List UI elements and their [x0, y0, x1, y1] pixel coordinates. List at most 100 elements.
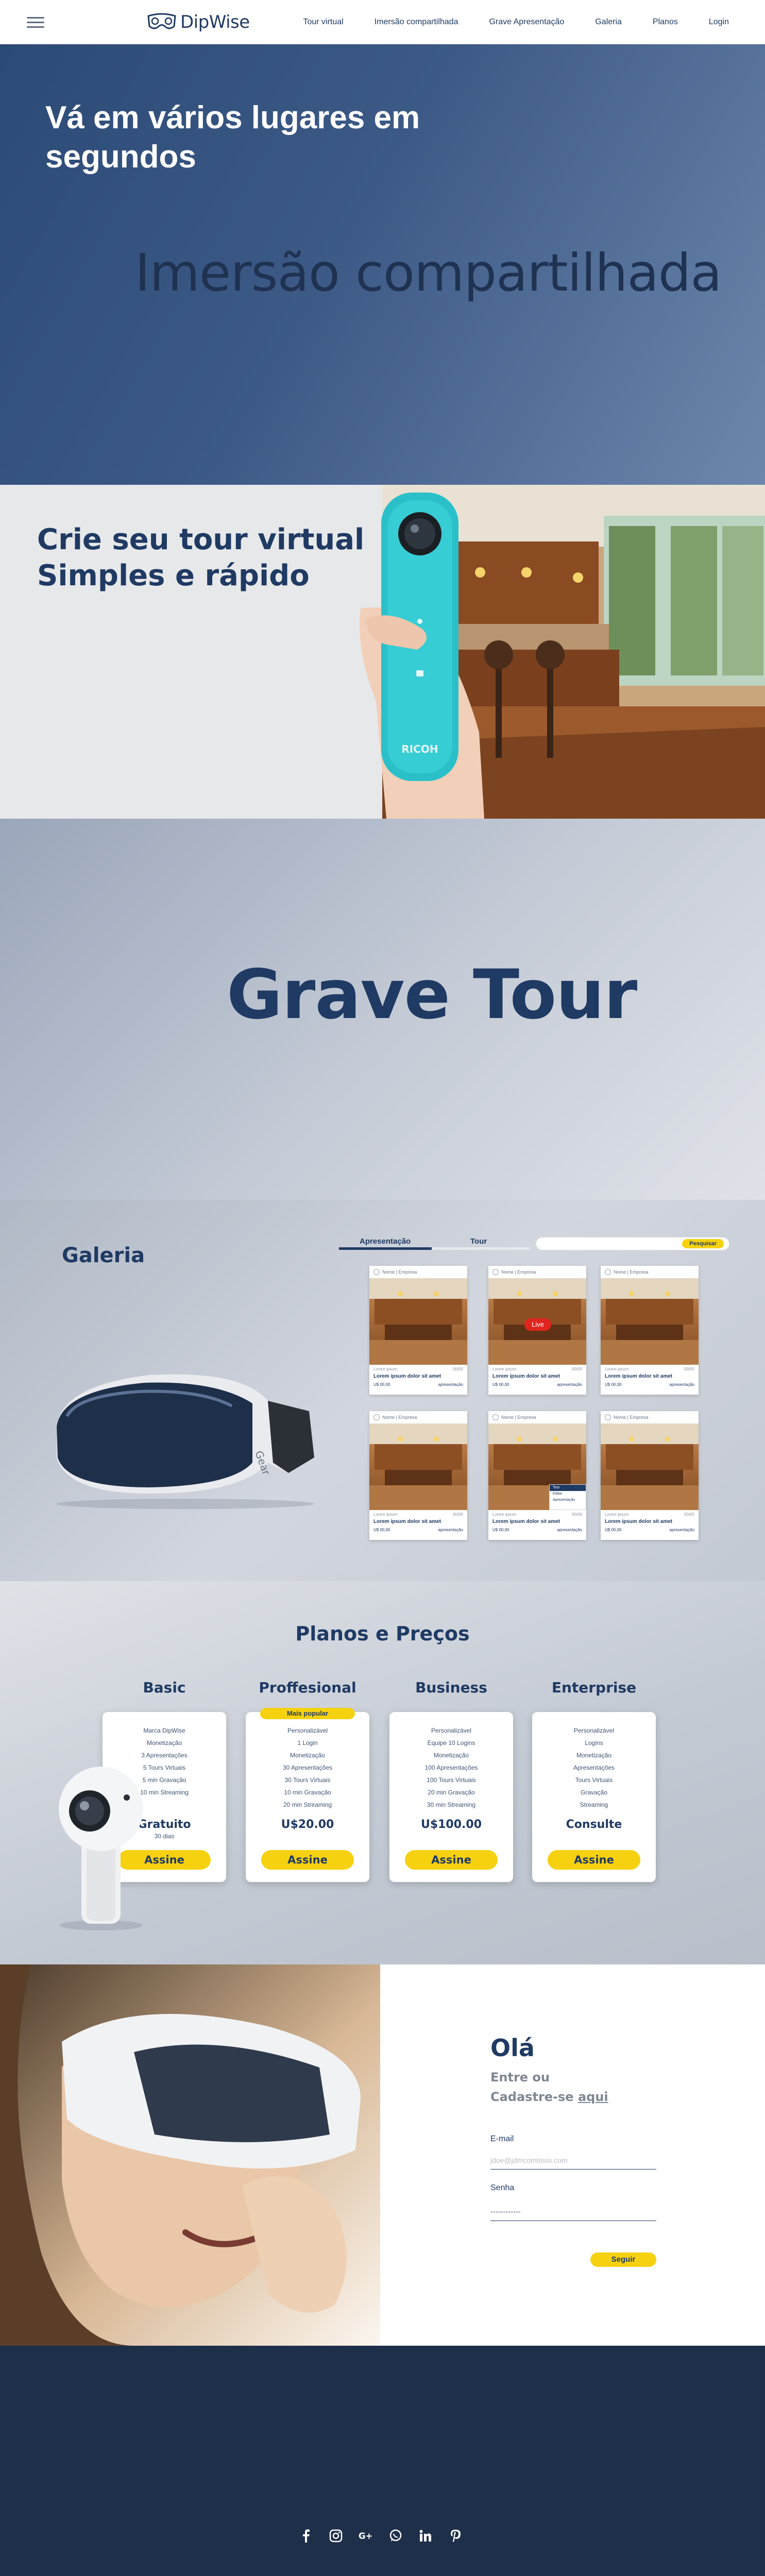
- plan-feature: Equipe 10 Logins: [427, 1739, 475, 1747]
- plan-feature: Apresentações: [573, 1764, 615, 1771]
- plan-feature: Marca DipWise: [143, 1727, 185, 1734]
- gallery-card[interactable]: Nome | Empresa Lorem ipsum 00/00 Lorem ipsu…: [601, 1411, 699, 1540]
- plan-feature: Monetização: [290, 1752, 326, 1759]
- tab-apresentacao[interactable]: Apresentação: [360, 1237, 411, 1246]
- gallery-card[interactable]: Nome | Empresa Live Lorem ipsum 00/00 Lorem …: [488, 1266, 586, 1395]
- card-thumbnail[interactable]: Tour Editar Apresentação: [488, 1423, 586, 1510]
- gallery-card[interactable]: Nome | Empresa Tour Editar Apresentação Lore…: [488, 1411, 586, 1540]
- card-title: Lorem ipsum dolor sit amet: [373, 1519, 441, 1524]
- nav-link-planos[interactable]: Planos: [653, 18, 678, 27]
- instagram-icon[interactable]: [329, 2529, 343, 2543]
- assine-button[interactable]: Assine: [405, 1850, 498, 1870]
- card-menu-item[interactable]: Apresentação: [550, 1497, 586, 1503]
- brand-logo[interactable]: DipWise: [145, 7, 250, 37]
- card-author: Nome | Empresa: [488, 1411, 586, 1423]
- plan-price: Consulte: [566, 1818, 622, 1831]
- avatar: [605, 1269, 611, 1275]
- card-author-name: Nome | Empresa: [501, 1415, 536, 1420]
- kitchen-thumbnail-image: [601, 1278, 699, 1365]
- plan-feature: 30 Apresentações: [282, 1764, 333, 1771]
- plan-name: Business: [415, 1679, 487, 1696]
- card-title: Lorem ipsum dolor sit amet: [373, 1374, 441, 1379]
- password-label: Senha: [490, 2183, 515, 2192]
- card-action-link[interactable]: apresentação: [670, 1382, 694, 1387]
- gallery-card[interactable]: Nome | Empresa Lorem ipsum 00/00 Lorem ipsu…: [369, 1411, 467, 1540]
- tab-underline-active: [339, 1247, 432, 1250]
- galeria-search-input[interactable]: Pesquisar: [536, 1237, 729, 1250]
- gallery-card[interactable]: Nome | Empresa Lorem ipsum 00/00 Lorem ipsu…: [601, 1266, 699, 1395]
- galeria-title: Galeria: [62, 1244, 145, 1267]
- card-meta-left: Lorem ipsum: [492, 1367, 517, 1371]
- plan-feature: Gravação: [580, 1789, 608, 1796]
- tour-virtual-section: Crie seu tour virtual Simples e rápido R…: [0, 485, 765, 819]
- card-thumbnail[interactable]: Live: [488, 1278, 586, 1365]
- planos-section: Planos e Preços Basic Marca DipWise Moneti…: [0, 1581, 765, 1964]
- assine-button[interactable]: Assine: [548, 1850, 640, 1870]
- card-meta: Lorem ipsum 00/00 Lorem ipsum dolor sit am…: [369, 1510, 467, 1534]
- card-title: Lorem ipsum dolor sit amet: [492, 1374, 560, 1379]
- tab-tour[interactable]: Tour: [470, 1237, 487, 1246]
- nav-link-login[interactable]: Login: [709, 18, 729, 27]
- email-field[interactable]: [490, 2151, 656, 2170]
- woman-vr-photo: [0, 1964, 380, 2346]
- pinterest-icon[interactable]: [448, 2529, 463, 2543]
- plan-feature: 100 Apresentações: [424, 1764, 478, 1771]
- avatar: [373, 1269, 380, 1275]
- plan-features: Personalizável Equipe 10 Logins Monetizaçã…: [389, 1724, 513, 1811]
- facebook-icon[interactable]: [299, 2529, 313, 2543]
- plan-feature: Streaming: [580, 1801, 608, 1808]
- assine-button[interactable]: Assine: [261, 1850, 354, 1870]
- login-sub-line1: Entre ou: [490, 2070, 550, 2084]
- card-action-link[interactable]: apresentação: [670, 1528, 694, 1532]
- card-author: Nome | Empresa: [369, 1266, 467, 1278]
- grave-tour-title: Grave Tour: [227, 955, 637, 1035]
- card-action-link[interactable]: apresentação: [438, 1528, 463, 1532]
- card-meta: Lorem ipsum 00/00 Lorem ipsum dolor sit am…: [601, 1510, 699, 1534]
- card-thumbnail[interactable]: [369, 1278, 467, 1365]
- card-author-name: Nome | Empresa: [614, 1269, 649, 1275]
- card-action-link[interactable]: apresentação: [438, 1382, 463, 1387]
- plan-name: Proffesional: [259, 1679, 356, 1696]
- gallery-card[interactable]: Nome | Empresa Lorem ipsum 00/00 Lorem ipsu…: [369, 1266, 467, 1395]
- card-author-name: Nome | Empresa: [382, 1269, 417, 1275]
- nav-link-grave[interactable]: Grave Apresentação: [489, 18, 564, 27]
- kitchen-thumbnail-image: [601, 1423, 699, 1510]
- avatar: [373, 1414, 380, 1420]
- footer: G+: [0, 2346, 765, 2576]
- login-section: Olá Entre ou Cadastre-se aqui E-mail Sen…: [0, 1964, 765, 2346]
- card-menu-item[interactable]: Editar: [550, 1491, 586, 1497]
- social-links: G+: [299, 2529, 463, 2543]
- card-action-link[interactable]: apresentação: [557, 1382, 582, 1387]
- card-thumbnail[interactable]: [601, 1423, 699, 1510]
- card-meta-right: 00/00: [684, 1512, 694, 1517]
- card-menu-item[interactable]: Tour: [550, 1485, 586, 1491]
- card-thumbnail[interactable]: [369, 1423, 467, 1510]
- hero-section: Vá em vários lugares em segundos Imersão…: [0, 44, 765, 485]
- galeria-tabs: Apresentação Tour: [339, 1237, 530, 1250]
- whatsapp-icon[interactable]: [388, 2529, 403, 2543]
- card-meta: Lorem ipsum 00/00 Lorem ipsum dolor sit am…: [369, 1365, 467, 1389]
- linkedin-icon[interactable]: [418, 2529, 433, 2543]
- nav-link-tour-virtual[interactable]: Tour virtual: [303, 18, 343, 27]
- nav-link-galeria[interactable]: Galeria: [595, 18, 622, 27]
- card-author: Nome | Empresa: [488, 1266, 586, 1278]
- card-meta: Lorem ipsum 00/00 Lorem ipsum dolor sit am…: [601, 1365, 699, 1389]
- google-plus-icon[interactable]: G+: [359, 2529, 373, 2543]
- card-action-link[interactable]: apresentação: [557, 1528, 582, 1532]
- plan-feature: 20 min Streaming: [283, 1801, 332, 1808]
- card-thumbnail[interactable]: [601, 1278, 699, 1365]
- password-field[interactable]: [490, 2202, 656, 2221]
- nav-link-imersao[interactable]: Imersão compartilhada: [375, 18, 458, 27]
- seguir-button[interactable]: Seguir: [590, 2252, 656, 2267]
- avatar: [492, 1269, 499, 1275]
- plan-card: Personalizável Equipe 10 Logins Monetizaçã…: [389, 1712, 513, 1882]
- plan-feature: Monetização: [433, 1752, 469, 1759]
- tour-virtual-title: Crie seu tour virtual Simples e rápido: [37, 523, 365, 592]
- plan-feature: Personalizável: [287, 1727, 328, 1734]
- hamburger-menu-icon[interactable]: [27, 17, 44, 28]
- pesquisar-button[interactable]: Pesquisar: [682, 1239, 724, 1248]
- vr-headset-image: Gear: [57, 1374, 314, 1509]
- register-link[interactable]: aqui: [578, 2090, 608, 2104]
- card-meta: Lorem ipsum 00/00 Lorem ipsum dolor sit am…: [488, 1365, 586, 1389]
- card-price: U$ 00,00: [605, 1528, 622, 1532]
